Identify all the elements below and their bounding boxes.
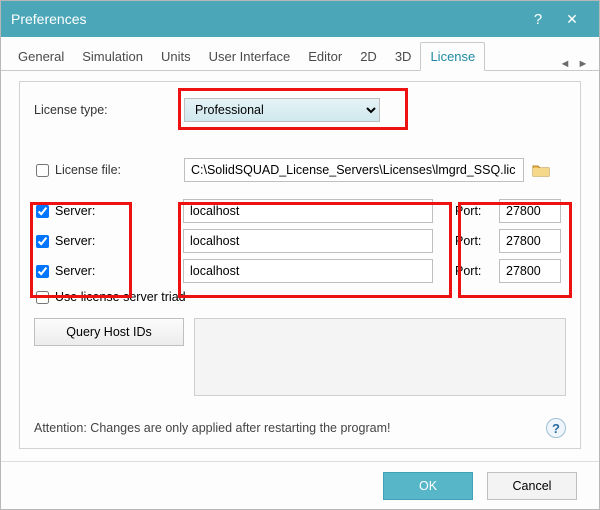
ok-button[interactable]: OK bbox=[383, 472, 473, 500]
server-1-port-label: Port: bbox=[455, 204, 499, 218]
server-2-host-input[interactable] bbox=[183, 229, 433, 253]
license-type-combo[interactable]: Professional bbox=[184, 98, 380, 122]
server-3-port-label: Port: bbox=[455, 264, 499, 278]
server-3-checkbox[interactable] bbox=[36, 265, 49, 278]
server-2-port-input[interactable] bbox=[499, 229, 561, 253]
server-1-label: Server: bbox=[55, 204, 119, 218]
attention-text: Attention: Changes are only applied afte… bbox=[34, 421, 390, 435]
server-2-port-label: Port: bbox=[455, 234, 499, 248]
server-block: Server: Port: Server: Port: Server: P bbox=[34, 196, 566, 286]
license-type-label: License type: bbox=[34, 103, 184, 117]
server-3-host-input[interactable] bbox=[183, 259, 433, 283]
license-groupbox: License type: Professional License file: bbox=[19, 81, 581, 449]
license-panel: License type: Professional License file: bbox=[1, 71, 599, 461]
tab-3d[interactable]: 3D bbox=[386, 43, 421, 70]
license-file-input[interactable] bbox=[184, 158, 524, 182]
tab-license[interactable]: License bbox=[420, 42, 485, 71]
triad-label: Use license server triad bbox=[55, 290, 186, 304]
license-file-checkbox[interactable] bbox=[36, 164, 49, 177]
dialog-footer: OK Cancel bbox=[1, 461, 599, 509]
tab-bar: General Simulation Units User Interface … bbox=[1, 37, 599, 71]
server-1-port-input[interactable] bbox=[499, 199, 561, 223]
browse-folder-icon[interactable] bbox=[530, 160, 552, 180]
tab-scroll-left-icon[interactable]: ◄ bbox=[557, 58, 573, 70]
license-file-label: License file: bbox=[55, 163, 121, 177]
server-3-label: Server: bbox=[55, 264, 119, 278]
tab-general[interactable]: General bbox=[9, 43, 73, 70]
tab-2d[interactable]: 2D bbox=[351, 43, 386, 70]
close-icon[interactable]: ✕ bbox=[555, 1, 589, 37]
titlebar: Preferences ? ✕ bbox=[1, 1, 599, 37]
panel-help-icon[interactable]: ? bbox=[546, 418, 566, 438]
server-1-host-input[interactable] bbox=[183, 199, 433, 223]
help-icon[interactable]: ? bbox=[521, 1, 555, 37]
tab-units[interactable]: Units bbox=[152, 43, 200, 70]
triad-checkbox[interactable] bbox=[36, 291, 49, 304]
server-2-checkbox[interactable] bbox=[36, 235, 49, 248]
tab-user-interface[interactable]: User Interface bbox=[200, 43, 300, 70]
host-ids-output bbox=[194, 318, 566, 396]
tab-simulation[interactable]: Simulation bbox=[73, 43, 152, 70]
tab-scroll-right-icon[interactable]: ► bbox=[575, 58, 591, 70]
query-host-ids-button[interactable]: Query Host IDs bbox=[34, 318, 184, 346]
server-3-port-input[interactable] bbox=[499, 259, 561, 283]
tab-editor[interactable]: Editor bbox=[299, 43, 351, 70]
cancel-button[interactable]: Cancel bbox=[487, 472, 577, 500]
server-2-label: Server: bbox=[55, 234, 119, 248]
preferences-window: Preferences ? ✕ General Simulation Units… bbox=[0, 0, 600, 510]
window-title: Preferences bbox=[11, 11, 86, 27]
server-1-checkbox[interactable] bbox=[36, 205, 49, 218]
